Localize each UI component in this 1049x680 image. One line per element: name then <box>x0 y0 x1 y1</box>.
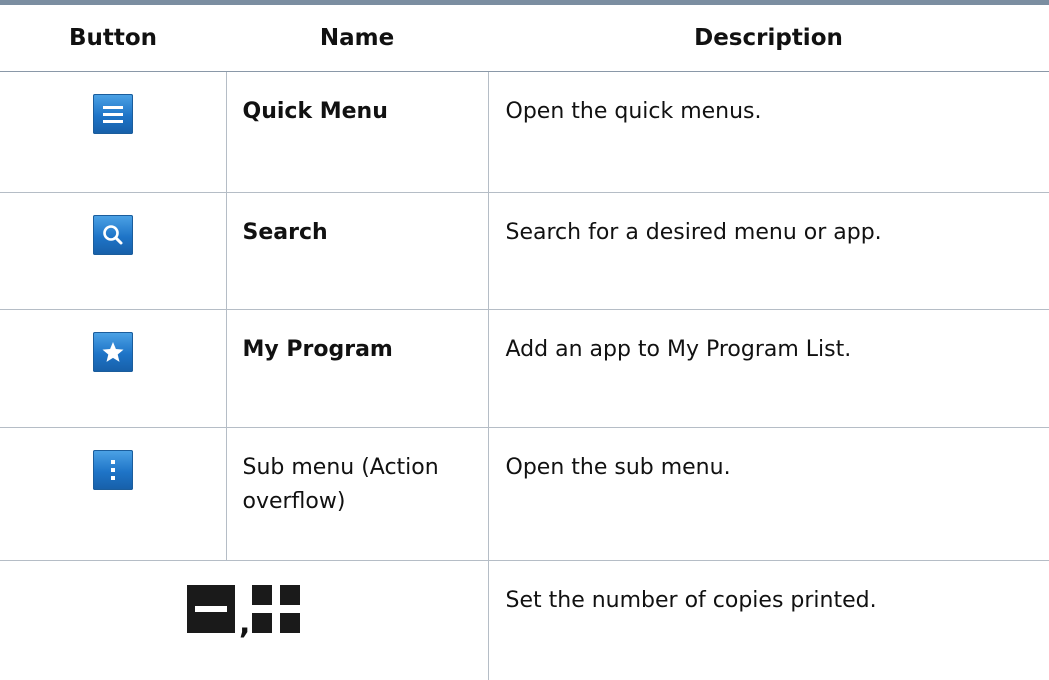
button-reference-table: Button Name Description Quick Menu Open … <box>0 5 1049 680</box>
button-cell <box>0 72 226 193</box>
minus-icon <box>187 585 235 633</box>
name-cell: Quick Menu <box>226 72 488 193</box>
table-header-row: Button Name Description <box>0 5 1049 72</box>
button-cell: , <box>0 561 488 680</box>
header-name: Name <box>226 5 488 72</box>
quick-menu-icon <box>93 94 133 134</box>
description-cell: Set the number of copies printed. <box>488 561 1049 680</box>
name-line-1: Sub menu (Action <box>243 455 439 480</box>
button-cell <box>0 428 226 561</box>
name-line-2: overflow) <box>243 489 346 514</box>
description-cell: Search for a desired menu or app. <box>488 193 1049 310</box>
description-cell: Open the sub menu. <box>488 428 1049 561</box>
copies-stepper-icons: , <box>187 585 300 639</box>
plus-icon <box>252 585 300 633</box>
button-cell <box>0 193 226 310</box>
button-cell <box>0 310 226 428</box>
icon-separator: , <box>239 609 250 639</box>
header-description: Description <box>488 5 1049 72</box>
table-row: My Program Add an app to My Program List… <box>0 310 1049 428</box>
table-row: Quick Menu Open the quick menus. <box>0 72 1049 193</box>
search-icon <box>93 215 133 255</box>
description-cell: Open the quick menus. <box>488 72 1049 193</box>
table-row: Sub menu (Action overflow) Open the sub … <box>0 428 1049 561</box>
table-row: Search Search for a desired menu or app. <box>0 193 1049 310</box>
name-cell: Search <box>226 193 488 310</box>
action-overflow-icon <box>93 450 133 490</box>
star-icon <box>93 332 133 372</box>
table-row: , Set the number of copies printed. <box>0 561 1049 680</box>
name-cell: My Program <box>226 310 488 428</box>
header-button: Button <box>0 5 226 72</box>
name-cell: Sub menu (Action overflow) <box>226 428 488 561</box>
description-cell: Add an app to My Program List. <box>488 310 1049 428</box>
